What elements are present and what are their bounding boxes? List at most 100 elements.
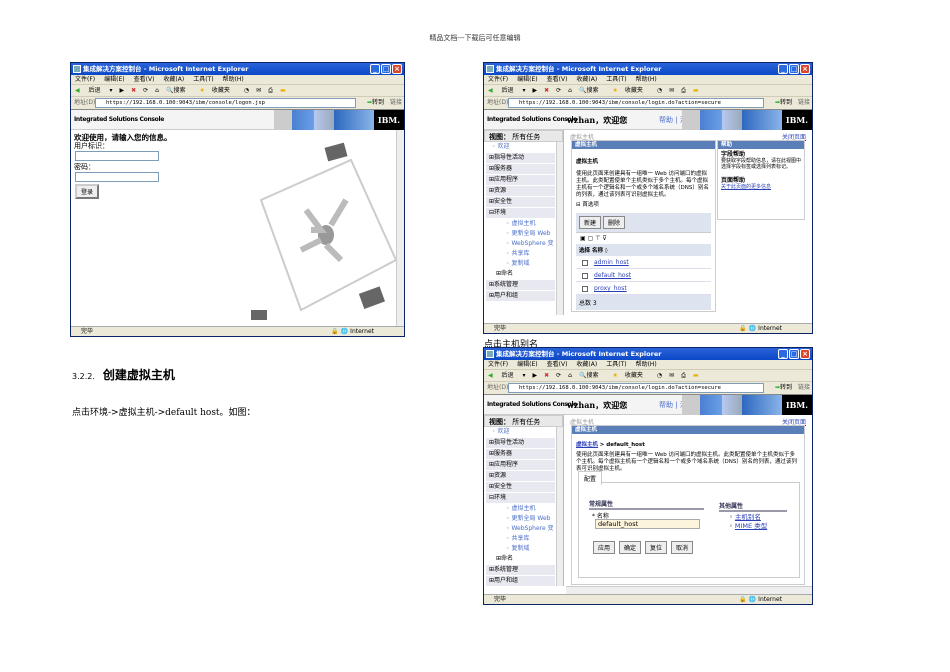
nav-subitem[interactable]: ◦ 复制域 (484, 544, 563, 554)
menu-item[interactable]: 查看(V) (547, 76, 568, 83)
deselect-icon[interactable]: ▢ (588, 235, 594, 242)
mail-icon[interactable]: ✉ (669, 87, 674, 94)
back-button[interactable]: ◀ 后退 ▾ (488, 87, 525, 94)
maximize-button[interactable]: □ (381, 64, 391, 74)
nav-item[interactable]: ⊞安全性 (486, 197, 555, 207)
folder-icon[interactable]: ▬ (693, 372, 699, 379)
back-button[interactable]: ◀ 后退 ▾ (75, 87, 112, 94)
close-button[interactable]: × (800, 349, 810, 359)
nav-item[interactable]: ⊞指导性活动 (486, 153, 555, 163)
tab-configuration[interactable]: 配置 (578, 471, 603, 485)
nav-item[interactable]: ⊞指导性活动 (486, 438, 555, 448)
nav-item[interactable]: ⊟环境 (486, 208, 555, 218)
menu-item[interactable]: 帮助(H) (636, 361, 657, 368)
menu-item[interactable]: 文件(F) (75, 76, 95, 83)
history-icon[interactable]: ◔ (657, 372, 662, 379)
nav-item[interactable]: ⊞服务器 (486, 164, 555, 174)
nav-item-naming[interactable]: ⊞命名 (484, 554, 563, 564)
address-input[interactable]: https://192.168.0.100:9043/ibm/console/l… (508, 383, 764, 393)
filter-clear-icon[interactable]: ⊽ (602, 235, 606, 242)
help-link[interactable]: 帮助 (659, 116, 673, 124)
links-button[interactable]: 链接 (390, 97, 402, 109)
name-input[interactable]: default_host (595, 519, 700, 529)
nav-welcome[interactable]: ◦ 欢迎 (484, 427, 563, 437)
nav-item[interactable]: ⊞系统管理 (486, 565, 555, 575)
favorites-button[interactable]: ★ 收藏夹 (612, 372, 649, 379)
minimize-button[interactable]: _ (778, 64, 788, 74)
home-icon[interactable]: ⌂ (568, 87, 572, 94)
menu-item[interactable]: 文件(F) (488, 76, 508, 83)
refresh-icon[interactable]: ⟳ (556, 372, 561, 379)
refresh-icon[interactable]: ⟳ (143, 87, 148, 94)
mail-icon[interactable]: ✉ (669, 372, 674, 379)
home-icon[interactable]: ⌂ (568, 372, 572, 379)
select-all-icon[interactable]: ▣ (580, 235, 586, 242)
nav-scrollbar[interactable] (556, 142, 563, 315)
user-id-input[interactable] (75, 151, 159, 161)
nav-item[interactable]: ⊞用户和组 (486, 576, 555, 586)
forward-button[interactable]: ▶ (532, 87, 537, 94)
nav-subitem[interactable]: ◦ WebSphere 变 (484, 524, 563, 534)
minimize-button[interactable]: _ (370, 64, 380, 74)
login-button[interactable]: 登录 (75, 184, 100, 199)
filter-icon[interactable]: ⊤ (595, 235, 600, 242)
host-link[interactable]: admin_host (594, 259, 629, 266)
nav-subitem[interactable]: ◦ 共享库 (484, 534, 563, 544)
search-button[interactable]: 🔍搜索 (166, 87, 193, 94)
row-checkbox[interactable] (582, 285, 588, 292)
nav-scrollbar[interactable] (556, 427, 563, 586)
links-button[interactable]: 链接 (798, 382, 810, 394)
row-checkbox[interactable] (582, 272, 588, 279)
forward-button[interactable]: ▶ (532, 372, 537, 379)
menu-item[interactable]: 编辑(E) (517, 361, 537, 368)
nav-item[interactable]: ⊟环境 (486, 493, 555, 503)
close-button[interactable]: × (800, 64, 810, 74)
new-button[interactable]: 新建 (579, 216, 602, 229)
stop-icon[interactable]: ✖ (544, 87, 549, 94)
form-button[interactable]: 取消 (671, 541, 694, 554)
maximize-button[interactable]: □ (789, 64, 799, 74)
address-input[interactable]: https://192.168.0.100:9043/ibm/console/l… (95, 98, 356, 108)
nav-welcome[interactable]: ◦ 欢迎 (484, 142, 563, 152)
go-button[interactable]: ➡转到 (775, 97, 792, 109)
menu-item[interactable]: 工具(T) (193, 76, 213, 83)
form-button[interactable]: 应用 (593, 541, 616, 554)
page-scrollbar[interactable] (396, 130, 404, 326)
print-icon[interactable]: ⎙ (268, 87, 273, 94)
nav-subitem[interactable]: ◦ 共享库 (484, 249, 563, 259)
menu-item[interactable]: 编辑(E) (517, 76, 537, 83)
host-link[interactable]: proxy_host (594, 285, 627, 292)
go-button[interactable]: ➡转到 (367, 97, 384, 109)
history-icon[interactable]: ◔ (244, 87, 249, 94)
search-button[interactable]: 🔍搜索 (579, 87, 606, 94)
nav-item[interactable]: ⊞应用程序 (486, 460, 555, 470)
favorites-button[interactable]: ★ 收藏夹 (199, 87, 236, 94)
menu-item[interactable]: 收藏(A) (163, 76, 184, 83)
menu-item[interactable]: 工具(T) (606, 76, 626, 83)
forward-button[interactable]: ▶ (119, 87, 124, 94)
view-selector[interactable]: 视图： 所有任务 (484, 130, 563, 142)
menu-item[interactable]: 帮助(H) (636, 76, 657, 83)
menu-item[interactable]: 编辑(E) (104, 76, 124, 83)
form-button[interactable]: 复位 (645, 541, 668, 554)
menu-item[interactable]: 工具(T) (606, 361, 626, 368)
nav-subitem[interactable]: ◦ 更新全局 Web (484, 514, 563, 524)
mail-icon[interactable]: ✉ (256, 87, 261, 94)
nav-item[interactable]: ⊞资源 (486, 186, 555, 196)
row-checkbox[interactable] (582, 259, 588, 266)
search-button[interactable]: 🔍搜索 (579, 372, 606, 379)
menu-item[interactable]: 查看(V) (547, 361, 568, 368)
history-icon[interactable]: ◔ (657, 87, 662, 94)
host-link[interactable]: default_host (594, 272, 631, 279)
nav-item[interactable]: ⊞安全性 (486, 482, 555, 492)
help-link[interactable]: 帮助 (659, 401, 673, 409)
nav-subitem[interactable]: ◦ 更新全局 Web (484, 229, 563, 239)
nav-subitem[interactable]: ◦ 复制域 (484, 259, 563, 269)
nav-item-naming[interactable]: ⊞命名 (484, 269, 563, 279)
back-button[interactable]: ◀ 后退 ▾ (488, 372, 525, 379)
menu-item[interactable]: 文件(F) (488, 361, 508, 368)
menu-item[interactable]: 收藏(A) (576, 76, 597, 83)
nav-subitem[interactable]: ◦ WebSphere 变 (484, 239, 563, 249)
folder-icon[interactable]: ▬ (280, 87, 286, 94)
address-input[interactable]: https://192.168.0.100:9043/ibm/console/l… (508, 98, 764, 108)
